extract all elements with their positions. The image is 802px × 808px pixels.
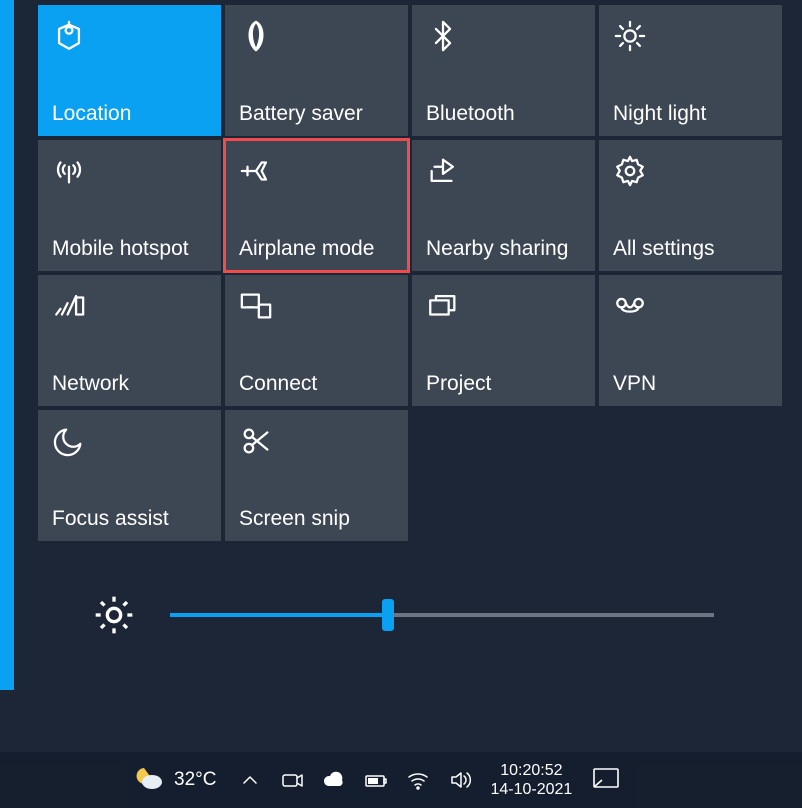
tile-connect[interactable]: Connect (225, 275, 408, 406)
tile-all-settings[interactable]: All settings (599, 140, 782, 271)
tile-label: Mobile hotspot (52, 237, 207, 261)
tile-battery-saver[interactable]: Battery saver (225, 5, 408, 136)
action-center-panel: Location Battery saver Bluetooth Night ligh… (38, 5, 794, 541)
hotspot-icon (52, 154, 86, 188)
moon-icon (52, 424, 86, 458)
chevron-up-icon[interactable] (238, 768, 262, 792)
airplane-icon (239, 154, 273, 188)
location-icon (52, 19, 86, 53)
tile-vpn[interactable]: VPN (599, 275, 782, 406)
tile-label: Battery saver (239, 102, 394, 126)
volume-icon[interactable] (448, 768, 472, 792)
tile-label: All settings (613, 237, 768, 261)
tile-label: Nearby sharing (426, 237, 581, 261)
project-icon (426, 289, 460, 323)
tile-label: Location (52, 102, 207, 126)
wifi-bars-icon (52, 289, 86, 323)
tile-mobile-hotspot[interactable]: Mobile hotspot (38, 140, 221, 271)
accent-edge (0, 0, 14, 690)
clock-time: 10:20:52 (490, 761, 572, 780)
tile-label: Night light (613, 102, 768, 126)
sun-icon (613, 19, 647, 53)
tile-label: Focus assist (52, 507, 207, 531)
brightness-track[interactable] (170, 613, 714, 617)
wifi-icon[interactable] (406, 768, 430, 792)
cloud-icon[interactable] (322, 768, 346, 792)
taskbar: 32°C 10:20:52 14-10-2021 (0, 752, 802, 808)
vpn-icon (613, 289, 647, 323)
tile-label: Network (52, 372, 207, 396)
system-tray (238, 768, 472, 792)
tile-label: Project (426, 372, 581, 396)
tile-network[interactable]: Network (38, 275, 221, 406)
tile-label: Screen snip (239, 507, 394, 531)
weather-widget[interactable]: 32°C (130, 764, 216, 797)
tile-label: Connect (239, 372, 394, 396)
tile-project[interactable]: Project (412, 275, 595, 406)
camera-icon[interactable] (280, 768, 304, 792)
tile-focus-assist[interactable]: Focus assist (38, 410, 221, 541)
connect-icon (239, 289, 273, 323)
tile-nearby-sharing[interactable]: Nearby sharing (412, 140, 595, 271)
share-icon (426, 154, 460, 188)
tile-label: VPN (613, 372, 768, 396)
brightness-icon (94, 595, 134, 635)
quick-action-tiles: Location Battery saver Bluetooth Night ligh… (38, 5, 794, 541)
notifications-button[interactable] (592, 766, 620, 795)
brightness-thumb[interactable] (382, 599, 394, 631)
weather-moon-cloud-icon (130, 764, 164, 797)
tile-label: Airplane mode (239, 237, 394, 261)
leaf-icon (239, 19, 273, 53)
weather-temperature: 32°C (174, 769, 216, 791)
taskbar-clock[interactable]: 10:20:52 14-10-2021 (490, 761, 572, 799)
gear-icon (613, 154, 647, 188)
tile-screen-snip[interactable]: Screen snip (225, 410, 408, 541)
tile-location[interactable]: Location (38, 5, 221, 136)
bluetooth-icon (426, 19, 460, 53)
snip-icon (239, 424, 273, 458)
tile-bluetooth[interactable]: Bluetooth (412, 5, 595, 136)
brightness-track-fill (170, 613, 388, 617)
battery-icon[interactable] (364, 768, 388, 792)
brightness-slider[interactable] (94, 590, 714, 640)
clock-date: 14-10-2021 (490, 780, 572, 799)
tile-label: Bluetooth (426, 102, 581, 126)
tile-airplane-mode[interactable]: Airplane mode (225, 140, 408, 271)
tile-night-light[interactable]: Night light (599, 5, 782, 136)
